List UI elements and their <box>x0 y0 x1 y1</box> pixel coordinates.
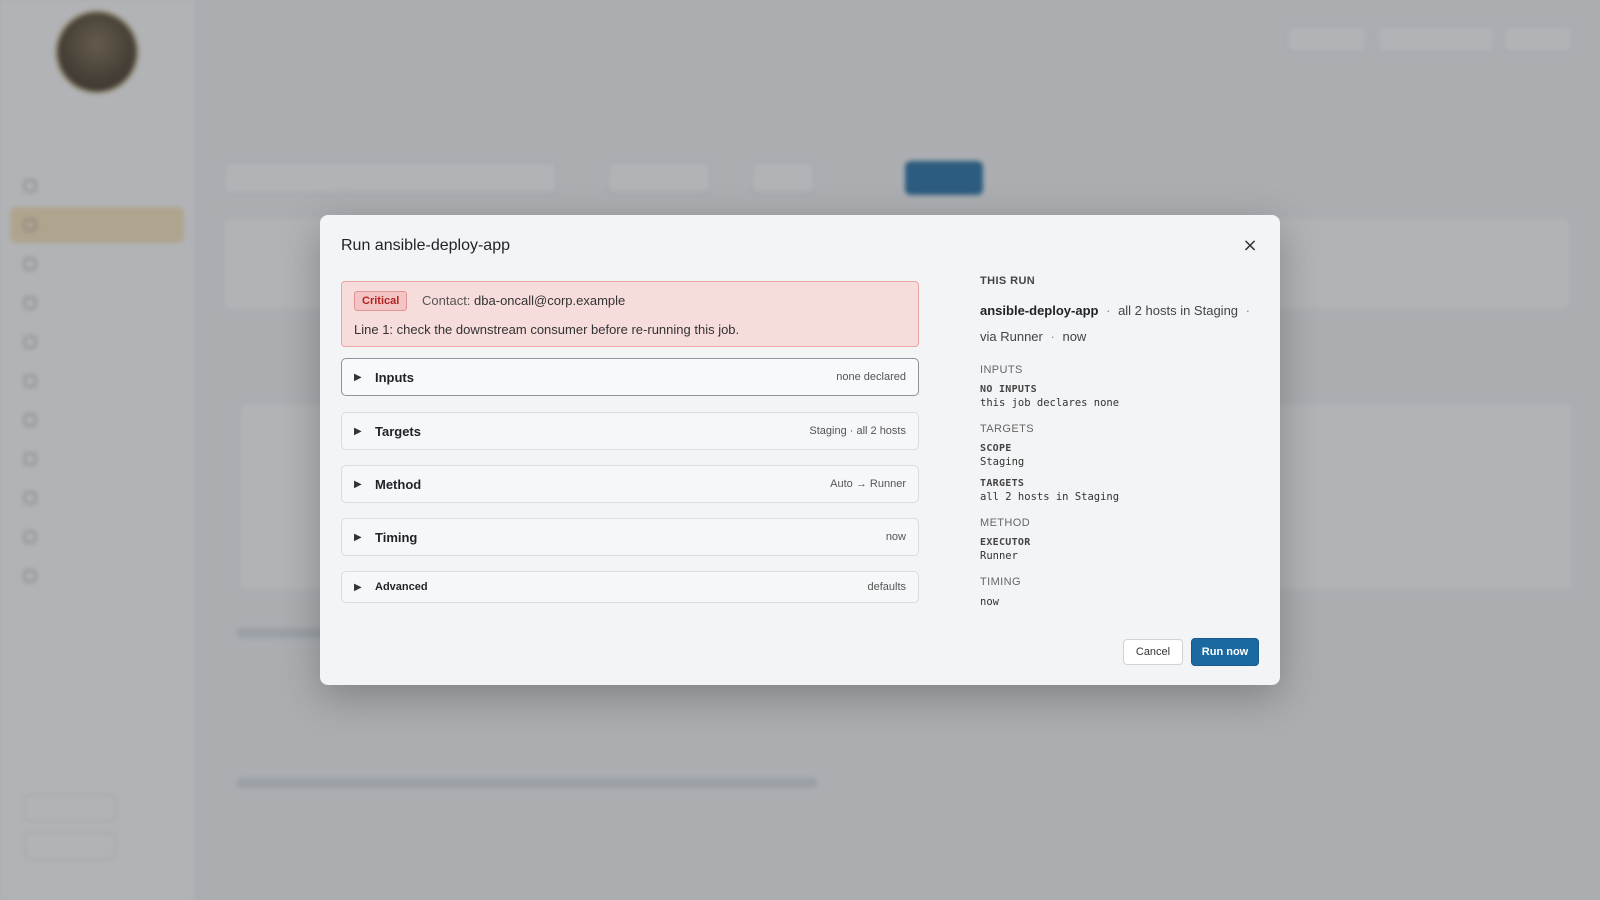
summary-scope: all 2 hosts in Staging <box>1118 303 1239 318</box>
critical-alert: Critical Contact: dba-oncall@corp.exampl… <box>341 281 919 347</box>
run-job-dialog: Run ansible-deploy-app × Critical Contac… <box>320 215 1280 685</box>
section-value: Auto → Runner <box>830 478 906 490</box>
summary-key: NO INPUTS <box>980 384 1037 395</box>
separator: · <box>1050 329 1055 344</box>
caret-right-icon: ▶ <box>354 371 362 383</box>
contact-value: dba-oncall@corp.example <box>474 293 626 308</box>
summary-job-name: ansible-deploy-app <box>980 303 1099 318</box>
separator: · <box>1245 303 1250 318</box>
section-value: Staging · all 2 hosts <box>809 425 906 437</box>
critical-badge: Critical <box>354 291 408 311</box>
section-targets[interactable]: ▶ Targets Staging · all 2 hosts <box>341 412 919 450</box>
summary-value: Runner <box>980 550 1018 562</box>
summary-value: all 2 hosts in Staging <box>980 491 1120 503</box>
summary-section-timing: TIMING <box>980 576 1021 588</box>
cancel-button[interactable]: Cancel <box>1123 639 1183 665</box>
summary-value: this job declares none <box>980 397 1120 409</box>
summary-run-line: ansible-deploy-app · all 2 hosts in Stag… <box>980 298 1265 350</box>
summary-when: now <box>1062 329 1087 344</box>
summary-heading: THIS RUN <box>980 275 1036 287</box>
contact-label: Contact: <box>422 293 471 308</box>
section-timing[interactable]: ▶ Timing now <box>341 518 919 556</box>
run-summary: THIS RUN ansible-deploy-app · all 2 host… <box>980 275 1265 608</box>
run-now-button[interactable]: Run now <box>1191 638 1259 666</box>
caret-right-icon: ▶ <box>354 478 362 490</box>
summary-key: TARGETS <box>980 478 1025 489</box>
dialog-title: Run ansible-deploy-app <box>341 237 510 254</box>
summary-value: now <box>980 596 999 608</box>
summary-section-method: METHOD <box>980 517 1031 529</box>
section-value: now <box>885 531 906 543</box>
summary-key: EXECUTOR <box>980 537 1031 548</box>
separator: · <box>1106 303 1111 318</box>
section-inputs[interactable]: ▶ Inputs none declared <box>341 358 919 396</box>
section-label: Timing <box>375 529 418 545</box>
summary-key: SCOPE <box>980 443 1012 454</box>
section-label: Advanced <box>375 581 428 593</box>
summary-via: via Runner <box>980 329 1043 344</box>
alert-contact: Contact: dba-oncall@corp.example <box>422 293 625 308</box>
section-value: none declared <box>836 371 906 383</box>
section-label: Inputs <box>375 369 414 385</box>
section-label: Targets <box>375 423 421 439</box>
section-label: Method <box>375 476 422 492</box>
caret-right-icon: ▶ <box>354 425 362 437</box>
summary-value: Staging <box>980 456 1025 468</box>
section-method[interactable]: ▶ Method Auto → Runner <box>341 465 919 503</box>
alert-message: Line 1: check the downstream consumer be… <box>354 322 740 337</box>
summary-section-inputs: INPUTS <box>980 364 1023 376</box>
close-icon[interactable]: × <box>1238 233 1262 257</box>
section-advanced[interactable]: ▶ Advanced defaults <box>341 571 919 603</box>
caret-right-icon: ▶ <box>354 531 362 543</box>
caret-right-icon: ▶ <box>354 581 362 593</box>
section-value: defaults <box>867 581 906 593</box>
summary-section-targets: TARGETS <box>980 423 1034 435</box>
